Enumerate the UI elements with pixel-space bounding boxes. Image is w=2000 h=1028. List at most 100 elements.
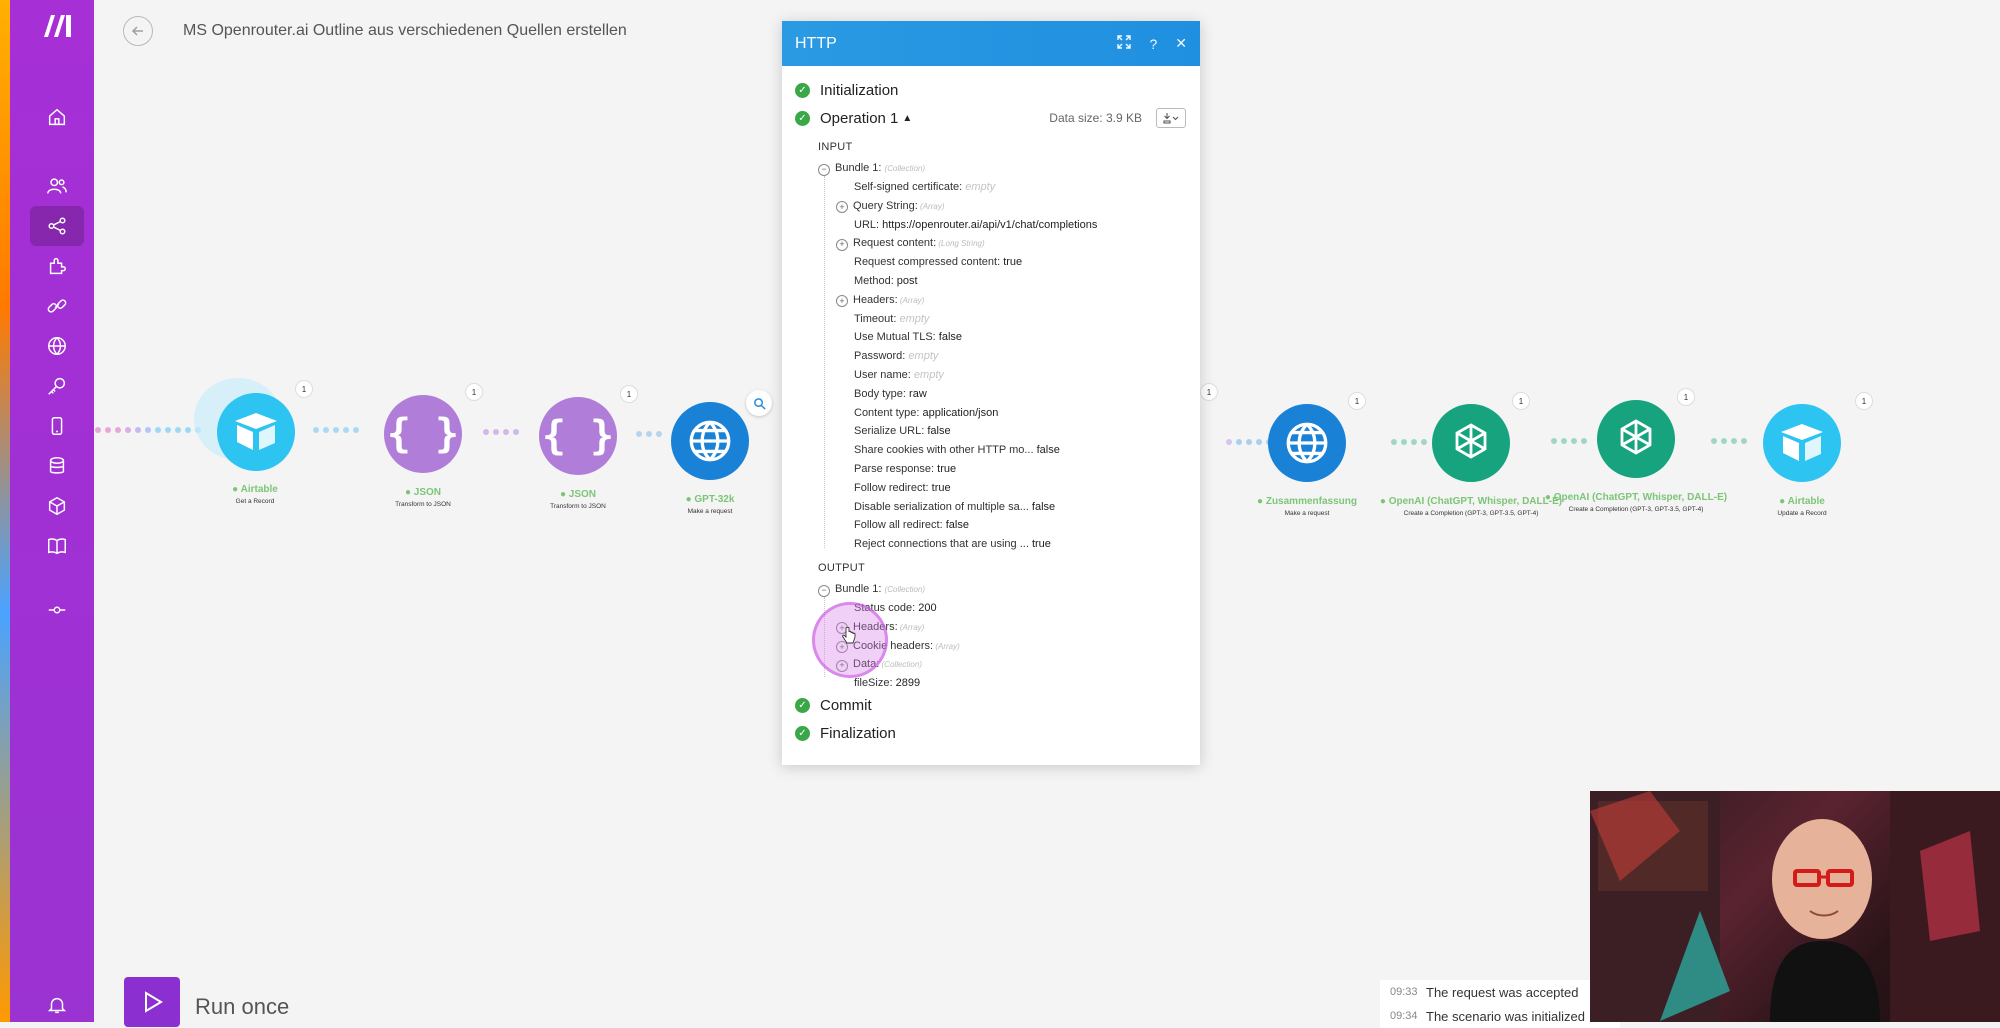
collapse-icon[interactable]: − xyxy=(818,163,830,176)
apps-icon[interactable] xyxy=(30,246,84,286)
type-tag: (Array) xyxy=(897,295,925,305)
field-value: raw xyxy=(905,387,927,400)
check-icon: ✓ xyxy=(795,726,810,741)
module-name-text: GPT-32k xyxy=(694,494,735,505)
module-run-count: 1 xyxy=(620,385,638,403)
field-key: Follow all redirect: xyxy=(854,519,943,532)
field-row: Serialize URL: false xyxy=(854,425,951,437)
field-value: 2899 xyxy=(892,677,921,690)
keys-icon[interactable] xyxy=(30,366,84,406)
collapse-icon[interactable]: − xyxy=(818,584,830,597)
check-icon: ✓ xyxy=(795,83,810,98)
field-row[interactable]: + Query String: (Array) xyxy=(836,200,944,214)
expand-icon[interactable] xyxy=(1117,35,1132,52)
download-icon xyxy=(1163,113,1179,124)
field-row: Password: empty xyxy=(854,350,938,362)
make-logo[interactable] xyxy=(42,12,82,42)
airtable-icon xyxy=(1763,404,1841,482)
download-button[interactable] xyxy=(1156,108,1186,128)
expand-icon[interactable]: + xyxy=(836,201,848,214)
field-key: Use Mutual TLS: xyxy=(854,331,936,344)
stage-commit[interactable]: ✓ Commit xyxy=(795,697,872,714)
notifications-icon[interactable] xyxy=(30,985,84,1025)
field-key: Self-signed certificate: xyxy=(854,181,963,193)
type-tag: (Array) xyxy=(897,622,925,632)
field-row: Timeout: empty xyxy=(854,313,929,325)
field-empty: empty xyxy=(896,312,930,325)
module-name-text: Zusammenfassung xyxy=(1265,496,1357,507)
module-name-text: Airtable xyxy=(1787,496,1825,507)
module-run-count: 1 xyxy=(465,383,483,401)
field-key: fileSize: xyxy=(854,677,893,690)
expand-icon[interactable]: + xyxy=(836,295,848,308)
module-name: ● Airtable xyxy=(1779,496,1825,507)
home-icon[interactable] xyxy=(30,97,84,137)
run-once-label[interactable]: Run once xyxy=(195,994,289,1020)
close-icon[interactable]: ✕ xyxy=(1175,35,1187,52)
field-row: Reject connections that are using ... tr… xyxy=(854,538,1051,550)
field-row: User name: empty xyxy=(854,369,944,381)
field-key: Serialize URL: xyxy=(854,425,925,438)
stage-finalization[interactable]: ✓ Finalization xyxy=(795,725,896,742)
field-row: Use Mutual TLS: false xyxy=(854,331,962,343)
type-tag: (Collection) xyxy=(884,585,926,594)
module-run-count: 1 xyxy=(1855,392,1873,410)
run-once-button[interactable] xyxy=(124,977,180,1027)
stage-initialization[interactable]: ✓ Initialization xyxy=(795,82,898,99)
input-bundle[interactable]: − Bundle 1: (Collection) xyxy=(818,162,925,176)
datastores-icon[interactable] xyxy=(30,446,84,486)
openai-icon xyxy=(1597,400,1675,478)
help-icon[interactable]: ? xyxy=(1149,36,1157,52)
field-empty: empty xyxy=(962,181,996,193)
field-row: fileSize: 2899 xyxy=(854,677,920,689)
back-button[interactable] xyxy=(123,16,153,46)
field-row: Disable serialization of multiple sa... … xyxy=(854,501,1055,513)
field-row: Follow redirect: true xyxy=(854,482,951,494)
more-icon[interactable] xyxy=(30,590,84,630)
stage-operation[interactable]: ✓ Operation 1 ▲ xyxy=(795,110,912,127)
module-subtitle: Update a Record xyxy=(1777,510,1827,517)
module-name-text: JSON xyxy=(413,487,442,498)
bundle-label: Bundle 1: xyxy=(835,583,882,595)
field-row[interactable]: + Request content: (Long String) xyxy=(836,237,985,251)
type-tag: (Array) xyxy=(917,201,945,211)
docs-icon[interactable] xyxy=(30,526,84,566)
module-name-text: Airtable xyxy=(240,484,278,495)
airtable-icon xyxy=(217,393,295,471)
field-key: Content type: xyxy=(854,406,920,419)
field-key: Headers: xyxy=(853,293,898,306)
scenarios-icon[interactable] xyxy=(30,206,84,246)
field-row: Request compressed content: true xyxy=(854,256,1022,268)
panel-title: HTTP xyxy=(795,34,837,52)
devices-icon[interactable] xyxy=(30,406,84,446)
webhooks-icon[interactable] xyxy=(30,326,84,366)
module-name-text: JSON xyxy=(568,489,597,500)
log-text: The request was accepted xyxy=(1426,984,1579,1000)
hand-cursor-icon xyxy=(842,627,856,644)
log-entry: 09:34 The scenario was initialized xyxy=(1380,1004,1620,1028)
log-text: The scenario was initialized xyxy=(1426,1008,1585,1024)
output-label: OUTPUT xyxy=(818,562,866,574)
field-row: Method: post xyxy=(854,275,918,287)
field-value: false xyxy=(1033,444,1060,457)
json-icon: { } xyxy=(384,395,462,473)
inspect-button[interactable] xyxy=(746,390,772,416)
module-run-count: 1 xyxy=(1348,392,1366,410)
datastructures-icon[interactable] xyxy=(30,486,84,526)
magnifier-icon xyxy=(753,397,766,410)
field-value: post xyxy=(893,275,918,287)
type-tag: (Array) xyxy=(933,641,960,651)
log-entry: 09:33 The request was accepted xyxy=(1380,980,1620,1004)
type-tag: (Long String) xyxy=(936,239,985,249)
field-row[interactable]: + Headers: (Array) xyxy=(836,294,924,308)
output-bundle[interactable]: − Bundle 1: (Collection) xyxy=(818,583,925,597)
field-key: URL: xyxy=(854,218,880,231)
stage-label: Initialization xyxy=(820,82,899,99)
field-empty: empty xyxy=(910,369,944,381)
field-key: Body type: xyxy=(854,387,906,400)
openai-icon xyxy=(1432,404,1510,482)
expand-icon[interactable]: + xyxy=(836,238,848,251)
connections-icon[interactable] xyxy=(30,286,84,326)
panel-header: HTTP ? ✕ xyxy=(782,21,1200,66)
team-icon[interactable] xyxy=(30,166,84,206)
